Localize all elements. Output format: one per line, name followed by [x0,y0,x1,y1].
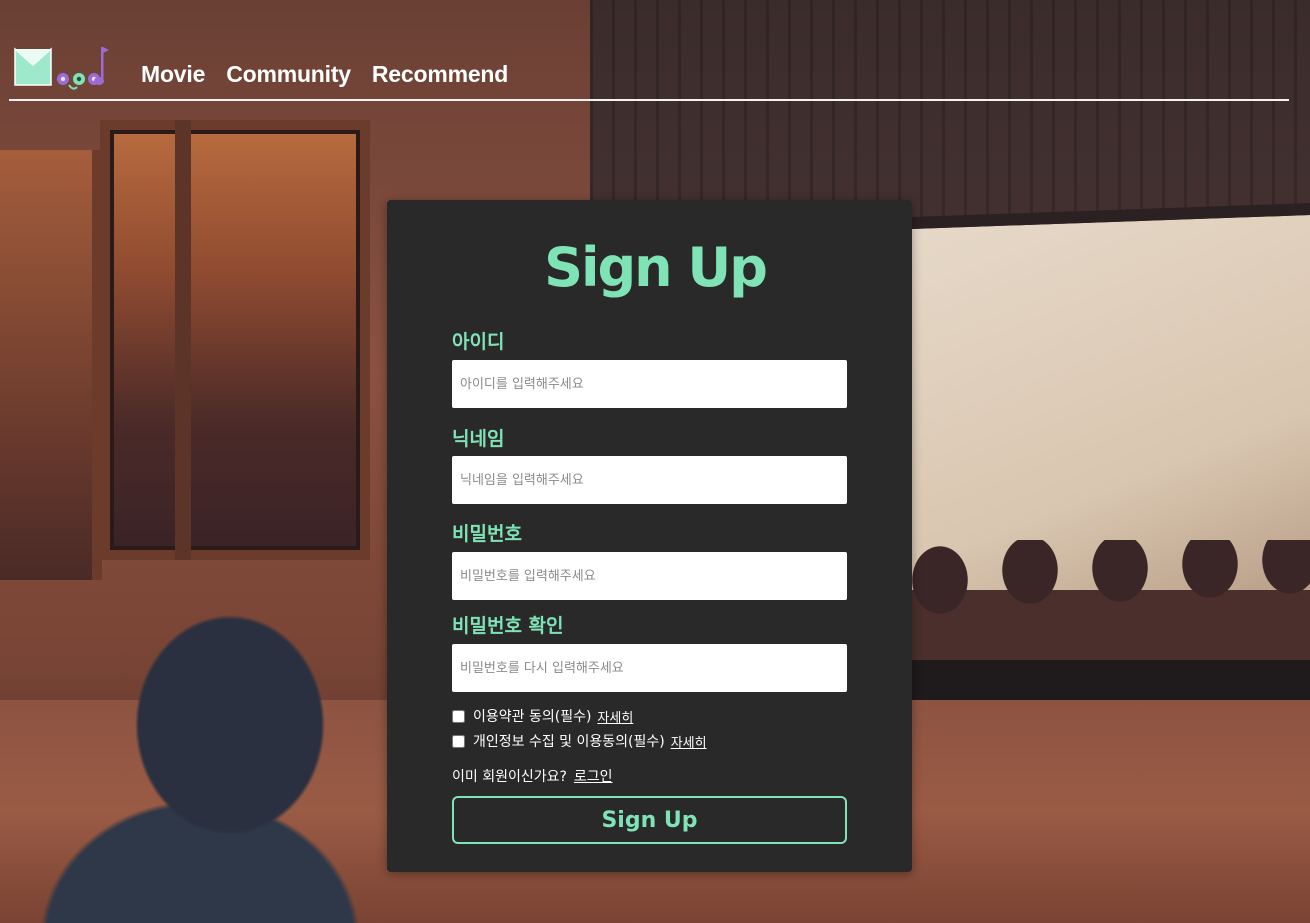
privacy-detail-link[interactable]: 자세히 [671,732,707,751]
nav-recommend[interactable]: Recommend [372,61,508,88]
nav-community[interactable]: Community [226,61,351,88]
mood-logo[interactable] [11,41,121,97]
nickname-label: 닉네임 [452,428,505,450]
main-nav: Movie Community Recommend [141,61,508,88]
privacy-agree-row: 개인정보 수집 및 이용동의(필수) 자세히 [452,731,707,751]
top-navbar: Movie Community Recommend [9,38,1289,101]
id-input[interactable] [452,360,847,408]
terms-detail-link[interactable]: 자세히 [597,707,633,726]
login-prompt-text: 이미 회원이신가요? [452,769,567,785]
bg-person [40,610,360,923]
terms-checkbox[interactable] [452,709,465,723]
privacy-checkbox[interactable] [452,734,465,748]
login-prompt-row: 이미 회원이신가요? 로그인 [452,766,613,786]
bg-window [100,120,370,560]
login-link[interactable]: 로그인 [574,766,613,786]
nickname-input[interactable] [452,456,847,504]
terms-label: 이용약관 동의(필수) [473,709,592,725]
signup-submit-button[interactable]: Sign Up [452,796,847,844]
signup-title: Sign Up [544,236,768,299]
bg-window-frame [175,120,191,560]
password-confirm-label: 비밀번호 확인 [452,615,564,637]
privacy-label: 개인정보 수집 및 이용동의(필수) [473,734,665,750]
password-confirm-input[interactable] [452,644,847,692]
password-input[interactable] [452,552,847,600]
bg-window-left [0,150,102,580]
mood-logo-icon [14,46,109,90]
nav-movie[interactable]: Movie [141,61,205,88]
terms-agree-row: 이용약관 동의(필수) 자세히 [452,706,633,726]
password-label: 비밀번호 [452,523,522,545]
id-label: 아이디 [452,331,505,353]
